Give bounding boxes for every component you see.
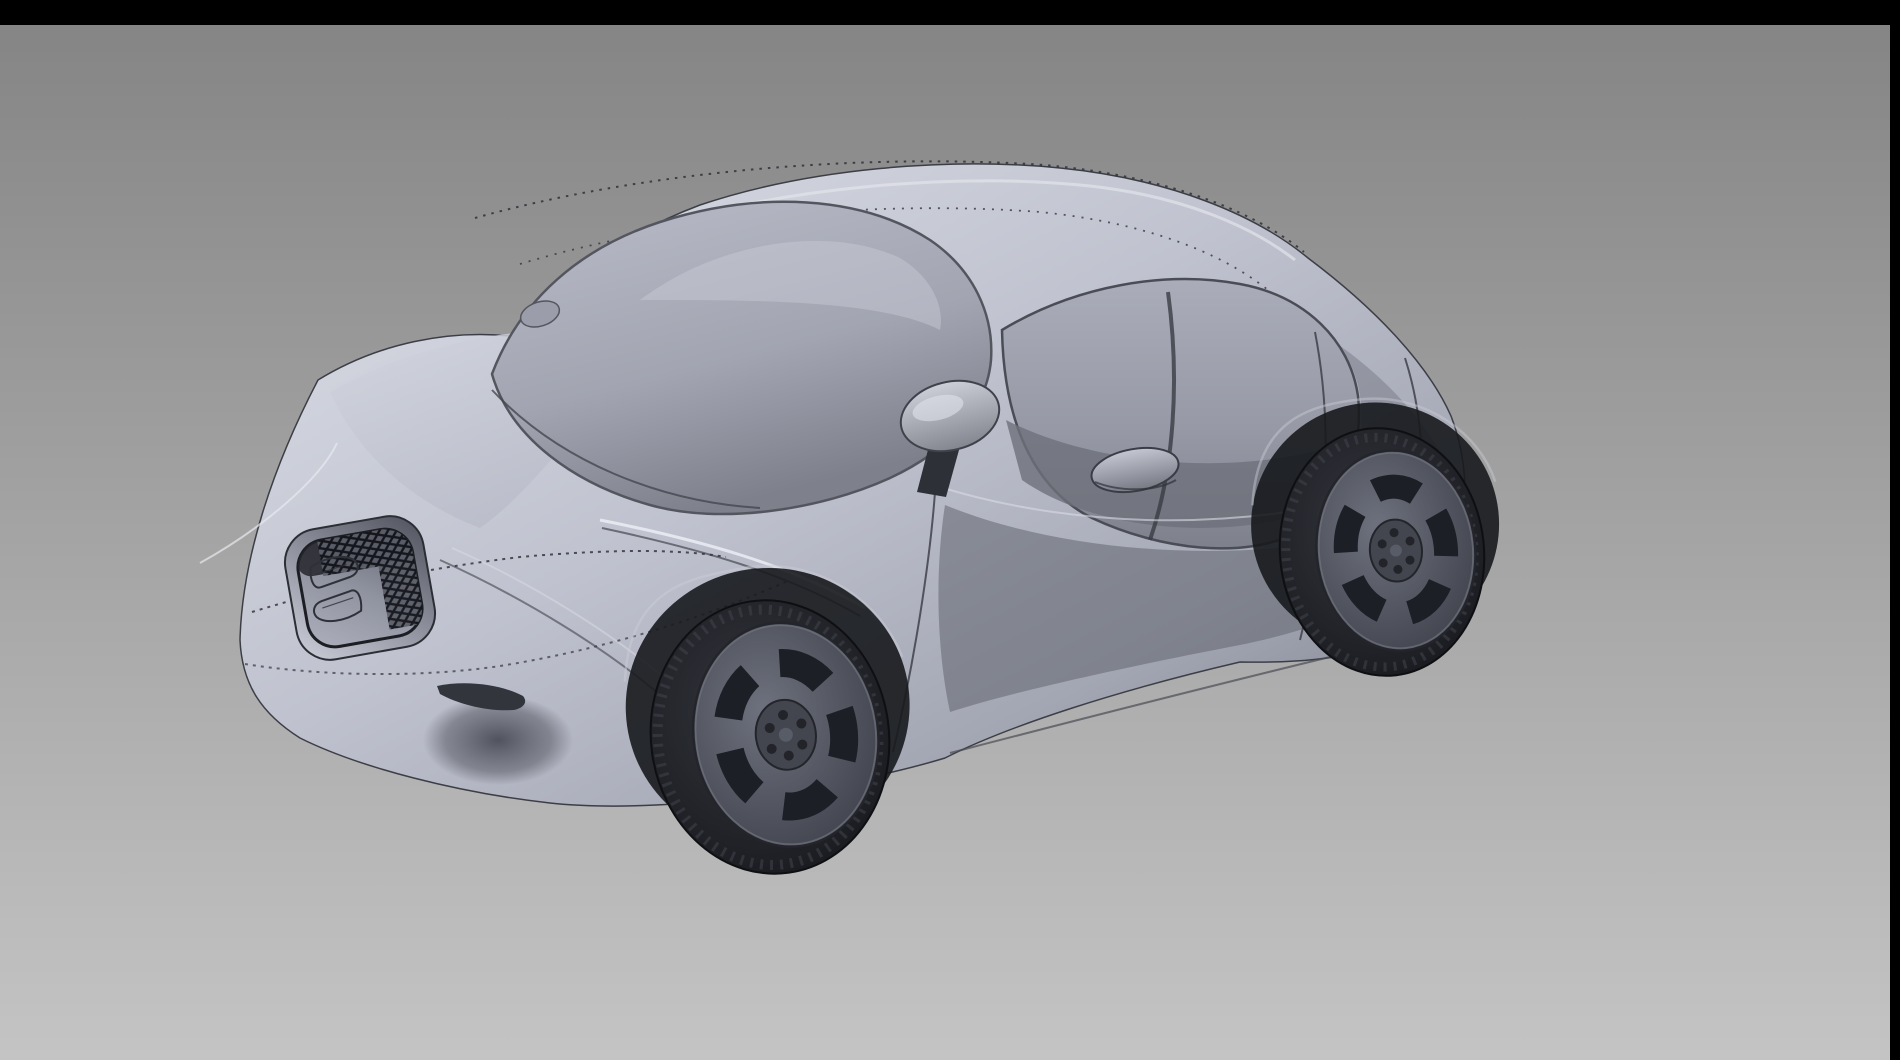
3d-viewport[interactable] [0,25,1890,1060]
top-letterbox-bar [0,0,1900,25]
application-window [0,0,1900,1060]
front-grille [280,511,441,665]
car-render-canvas [0,25,1890,1060]
right-letterbox-bar [1890,0,1900,1060]
car-model [200,161,1514,892]
